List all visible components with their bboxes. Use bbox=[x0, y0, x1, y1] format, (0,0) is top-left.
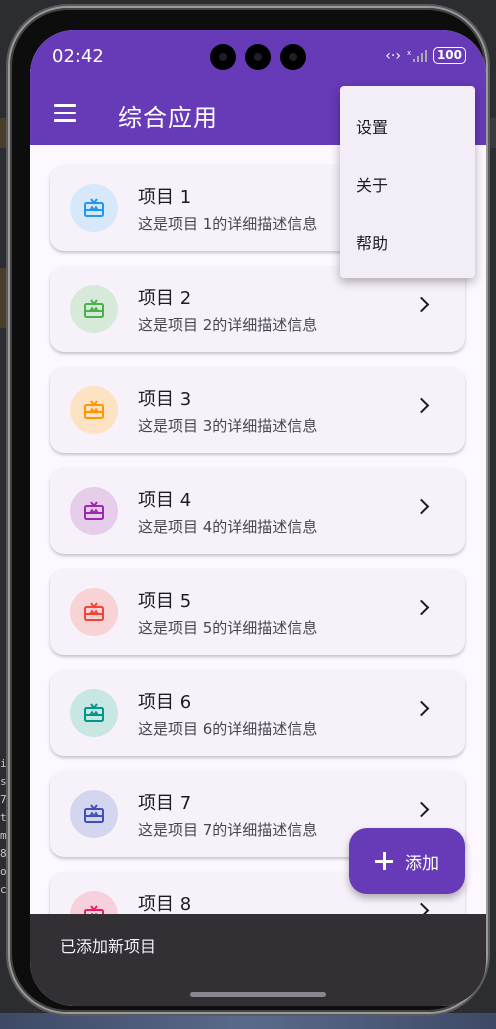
chevron-right-icon bbox=[413, 498, 430, 515]
phone-frame: 02:42 ‹·› x 100 综合应用 项目 1 这是项目 1的详细描述信息 项目… bbox=[10, 8, 486, 1012]
item-title: 项目 6 bbox=[138, 692, 192, 713]
item-title: 项目 8 bbox=[138, 894, 192, 915]
item-title: 项目 2 bbox=[138, 288, 192, 309]
app-screen: 02:42 ‹·› x 100 综合应用 项目 1 这是项目 1的详细描述信息 项目… bbox=[30, 30, 486, 1006]
item-avatar bbox=[70, 588, 118, 636]
add-button-label: 添加 bbox=[405, 853, 439, 874]
gift-card-icon bbox=[84, 501, 104, 520]
menu-icon[interactable] bbox=[54, 104, 76, 122]
gift-card-icon bbox=[84, 703, 104, 722]
snackbar: 已添加新项目 bbox=[30, 914, 486, 1006]
item-avatar bbox=[70, 790, 118, 838]
chevron-right-icon bbox=[413, 599, 430, 616]
snackbar-message: 已添加新项目 bbox=[60, 937, 157, 956]
menu-item-settings[interactable]: 设置 bbox=[356, 114, 388, 138]
signal-icon: x bbox=[407, 49, 427, 62]
item-avatar bbox=[70, 487, 118, 535]
status-time: 02:42 bbox=[52, 46, 104, 67]
camera-icon bbox=[280, 44, 306, 70]
item-subtitle: 这是项目 4的详细描述信息 bbox=[138, 518, 318, 536]
list-item[interactable]: 项目 3 这是项目 3的详细描述信息 bbox=[50, 367, 465, 453]
home-indicator[interactable] bbox=[190, 992, 326, 997]
status-bar: 02:42 ‹·› x 100 bbox=[30, 30, 486, 85]
chevron-right-icon bbox=[413, 296, 430, 313]
item-avatar bbox=[70, 386, 118, 434]
data-transfer-icon: ‹·› bbox=[385, 47, 401, 64]
chevron-right-icon bbox=[413, 397, 430, 414]
item-title: 项目 3 bbox=[138, 389, 192, 410]
item-avatar bbox=[70, 184, 118, 232]
menu-item-about[interactable]: 关于 bbox=[356, 172, 388, 196]
item-avatar bbox=[70, 689, 118, 737]
background-taskbar bbox=[0, 1013, 496, 1029]
item-subtitle: 这是项目 5的详细描述信息 bbox=[138, 619, 318, 637]
list-item[interactable]: 项目 5 这是项目 5的详细描述信息 bbox=[50, 569, 465, 655]
gift-card-icon bbox=[84, 198, 104, 217]
plus-icon bbox=[375, 852, 393, 870]
item-subtitle: 这是项目 7的详细描述信息 bbox=[138, 821, 318, 839]
list-item[interactable]: 项目 6 这是项目 6的详细描述信息 bbox=[50, 670, 465, 756]
camera-icon bbox=[245, 44, 271, 70]
battery-icon: 100 bbox=[432, 47, 466, 64]
item-subtitle: 这是项目 1的详细描述信息 bbox=[138, 215, 318, 233]
item-title: 项目 1 bbox=[138, 187, 192, 208]
item-title: 项目 7 bbox=[138, 793, 192, 814]
item-title: 项目 5 bbox=[138, 591, 192, 612]
status-icons: ‹·› x 100 bbox=[385, 47, 466, 64]
chevron-right-icon bbox=[413, 700, 430, 717]
menu-item-help[interactable]: 帮助 bbox=[356, 230, 388, 254]
gift-card-icon bbox=[84, 299, 104, 318]
app-title: 综合应用 bbox=[118, 104, 218, 132]
item-avatar bbox=[70, 285, 118, 333]
item-subtitle: 这是项目 6的详细描述信息 bbox=[138, 720, 318, 738]
camera-icon bbox=[210, 44, 236, 70]
overflow-menu: 设置 关于 帮助 bbox=[340, 86, 475, 278]
chevron-right-icon bbox=[413, 801, 430, 818]
item-subtitle: 这是项目 2的详细描述信息 bbox=[138, 316, 318, 334]
gift-card-icon bbox=[84, 602, 104, 621]
gift-card-icon bbox=[84, 804, 104, 823]
item-title: 项目 4 bbox=[138, 490, 192, 511]
gift-card-icon bbox=[84, 400, 104, 419]
svg-text:x: x bbox=[407, 49, 411, 57]
add-button[interactable]: 添加 bbox=[349, 828, 465, 894]
list-item[interactable]: 项目 4 这是项目 4的详细描述信息 bbox=[50, 468, 465, 554]
list-item[interactable]: 项目 2 这是项目 2的详细描述信息 bbox=[50, 266, 465, 352]
item-subtitle: 这是项目 3的详细描述信息 bbox=[138, 417, 318, 435]
